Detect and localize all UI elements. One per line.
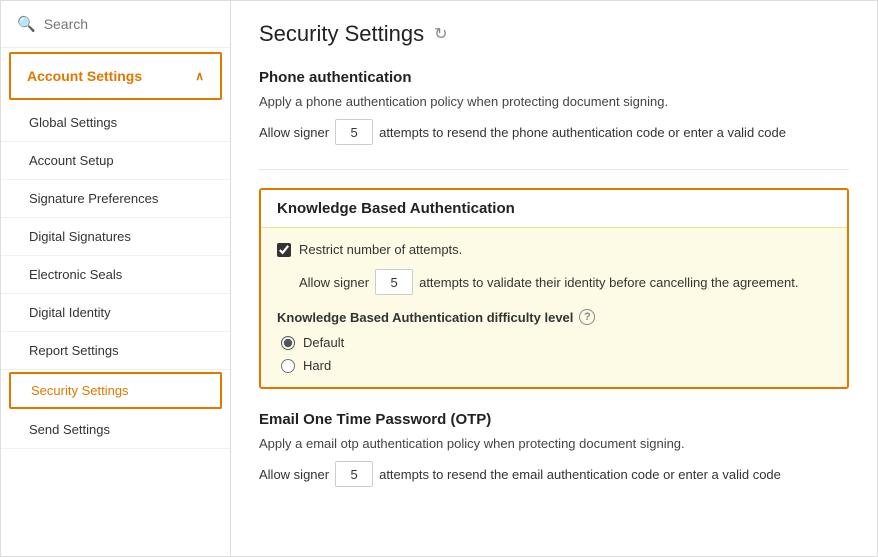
sidebar: 🔍 Account Settings ∧ Global SettingsAcco… — [1, 1, 231, 556]
kba-allow-signer-row: Allow signer attempts to validate their … — [299, 269, 831, 295]
search-box[interactable]: 🔍 — [1, 1, 230, 48]
kba-restrict-checkbox[interactable] — [277, 243, 291, 257]
divider-1 — [259, 169, 849, 170]
sidebar-item-electronic-seals[interactable]: Electronic Seals — [1, 256, 230, 294]
kba-restrict-label: Restrict number of attempts. — [299, 242, 462, 257]
sidebar-item-digital-signatures[interactable]: Digital Signatures — [1, 218, 230, 256]
kba-difficulty-label: Knowledge Based Authentication difficult… — [277, 310, 573, 325]
otp-section: Email One Time Password (OTP) Apply a em… — [259, 411, 849, 487]
help-icon[interactable]: ? — [579, 309, 595, 325]
sidebar-item-digital-identity[interactable]: Digital Identity — [1, 294, 230, 332]
otp-title: Email One Time Password (OTP) — [259, 411, 849, 428]
kba-option-default-label: Default — [303, 335, 344, 350]
search-icon: 🔍 — [17, 15, 36, 33]
kba-attempts-input[interactable] — [375, 269, 413, 295]
chevron-up-icon: ∧ — [195, 69, 204, 83]
page-title-row: Security Settings ↻ — [259, 21, 849, 47]
kba-option-default: Default — [281, 335, 831, 350]
sidebar-item-security-settings[interactable]: Security Settings — [9, 372, 222, 409]
kba-radio-hard[interactable] — [281, 359, 295, 373]
search-input[interactable] — [44, 16, 214, 32]
sidebar-item-global-settings[interactable]: Global Settings — [1, 104, 230, 142]
kba-restrict-row: Restrict number of attempts. — [277, 242, 831, 257]
kba-radio-group: Default Hard — [281, 335, 831, 373]
kba-difficulty-label-row: Knowledge Based Authentication difficult… — [277, 309, 831, 325]
account-settings-header[interactable]: Account Settings ∧ — [9, 52, 222, 100]
sidebar-items: Global SettingsAccount SetupSignature Pr… — [1, 104, 230, 449]
phone-auth-allow-signer-row: Allow signer attempts to resend the phon… — [259, 119, 849, 145]
main-content: Security Settings ↻ Phone authentication… — [231, 1, 877, 556]
phone-auth-desc: Apply a phone authentication policy when… — [259, 94, 849, 109]
kba-option-hard-label: Hard — [303, 358, 331, 373]
sidebar-item-account-setup[interactable]: Account Setup — [1, 142, 230, 180]
refresh-icon[interactable]: ↻ — [434, 24, 447, 44]
kba-section: Knowledge Based Authentication Restrict … — [259, 188, 849, 389]
account-settings-label: Account Settings — [27, 68, 142, 84]
kba-body: Restrict number of attempts. Allow signe… — [261, 228, 847, 387]
phone-auth-suffix: attempts to resend the phone authenticat… — [379, 125, 786, 140]
otp-allow-signer-row: Allow signer attempts to resend the emai… — [259, 461, 849, 487]
phone-auth-attempts-input[interactable] — [335, 119, 373, 145]
phone-auth-prefix: Allow signer — [259, 125, 329, 140]
kba-radio-default[interactable] — [281, 336, 295, 350]
sidebar-item-send-settings[interactable]: Send Settings — [1, 411, 230, 449]
kba-option-hard: Hard — [281, 358, 831, 373]
kba-header: Knowledge Based Authentication — [261, 190, 847, 228]
kba-allow-suffix: attempts to validate their identity befo… — [419, 275, 798, 290]
app-container: 🔍 Account Settings ∧ Global SettingsAcco… — [0, 0, 878, 557]
kba-allow-prefix: Allow signer — [299, 275, 369, 290]
otp-desc: Apply a email otp authentication policy … — [259, 436, 849, 451]
phone-auth-section: Phone authentication Apply a phone authe… — [259, 69, 849, 145]
sidebar-item-signature-preferences[interactable]: Signature Preferences — [1, 180, 230, 218]
page-title: Security Settings — [259, 21, 424, 47]
otp-attempts-input[interactable] — [335, 461, 373, 487]
sidebar-item-report-settings[interactable]: Report Settings — [1, 332, 230, 370]
otp-suffix: attempts to resend the email authenticat… — [379, 467, 781, 482]
otp-prefix: Allow signer — [259, 467, 329, 482]
phone-auth-title: Phone authentication — [259, 69, 849, 86]
